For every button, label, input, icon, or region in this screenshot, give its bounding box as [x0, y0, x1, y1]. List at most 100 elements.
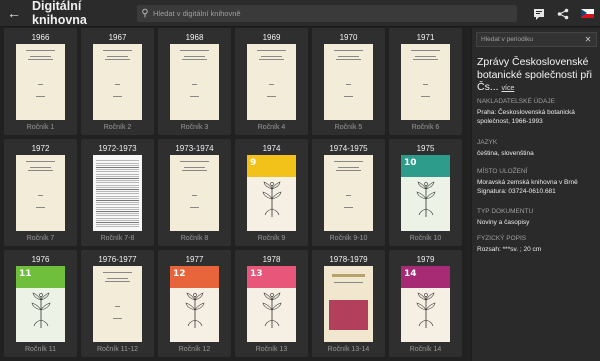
volume-cover-image: [16, 44, 65, 120]
volume-cover-image: [93, 44, 142, 120]
metadata-section: FYZICKÝ POPIS Rozsah: ***sv. ; 20 cm: [477, 235, 597, 254]
volume-year: 1979: [416, 255, 435, 264]
volume-cover-image: 10: [401, 155, 450, 231]
volume-tile[interactable]: 1967 Ročník 2: [81, 28, 154, 135]
volume-tile[interactable]: 1976 11 Ročník 11: [4, 250, 77, 357]
periodical-sidebar: ✕ Zprávy Československé botanické společ…: [471, 28, 600, 361]
volume-tile[interactable]: 1977 12 Ročník 12: [158, 250, 231, 357]
volume-label: Ročník 7-8: [100, 235, 135, 242]
metadata-value: Rozsah: ***sv. ; 20 cm: [477, 246, 542, 253]
volume-label: Ročník 9-10: [329, 235, 368, 242]
cover-volume-number: 14: [404, 269, 417, 279]
volume-label: Ročník 13: [255, 346, 288, 353]
metadata-value: Signatura: 03724-0610.681: [477, 188, 556, 195]
volume-cover-image: [324, 266, 373, 342]
volume-tile[interactable]: 1969 Ročník 4: [235, 28, 308, 135]
volume-label: Ročník 9: [257, 235, 286, 242]
volume-cover-image: 12: [170, 266, 219, 342]
volume-tile[interactable]: 1972 Ročník 7: [4, 139, 77, 246]
volume-tile[interactable]: 1975 10 Ročník 10: [389, 139, 462, 246]
periodical-title: Zprávy Československé botanické společno…: [477, 56, 597, 96]
volume-tile[interactable]: 1970 Ročník 5: [312, 28, 385, 135]
periodical-title-text: Zprávy Československé botanické společno…: [477, 56, 592, 93]
volume-tile[interactable]: 1972-1973 Ročník 7-8: [81, 139, 154, 246]
volume-year: 1975: [416, 144, 435, 153]
metadata-label: FYZICKÝ POPIS: [477, 235, 527, 242]
volume-cover-image: [324, 44, 373, 120]
volume-year: 1973-1974: [175, 144, 214, 153]
back-arrow-icon[interactable]: ←: [2, 0, 26, 27]
metadata-value: Moravská zemská knihovna v Brně: [477, 179, 578, 186]
volume-tile[interactable]: 1976-1977 Ročník 11-12: [81, 250, 154, 357]
volume-label: Ročník 7: [26, 235, 55, 242]
volume-cover-image: [324, 155, 373, 231]
metadata-section: TYP DOKUMENTU Noviny a časopisy: [477, 208, 597, 227]
metadata-section: NAKLADATELSKÉ ÚDAJE Praha: Československá…: [477, 98, 597, 126]
global-search-input[interactable]: [153, 9, 493, 18]
share-icon[interactable]: [556, 7, 570, 21]
metadata-value: Praha: Československá botanická společno…: [477, 109, 575, 125]
volume-tile[interactable]: 1978 13 Ročník 13: [235, 250, 308, 357]
volume-label: Ročník 6: [411, 124, 440, 131]
volume-label: Ročník 11-12: [96, 346, 139, 353]
volume-label: Ročník 14: [409, 346, 442, 353]
volume-label: Ročník 2: [103, 124, 132, 131]
volume-tile[interactable]: 1966 Ročník 1: [4, 28, 77, 135]
volume-year: 1978: [262, 255, 281, 264]
volume-cover-image: [247, 44, 296, 120]
volume-label: Ročník 3: [180, 124, 209, 131]
volume-label: Ročník 13-14: [327, 346, 370, 353]
volume-label: Ročník 5: [334, 124, 363, 131]
volume-tile[interactable]: 1974-1975 Ročník 9-10: [312, 139, 385, 246]
volume-cover-image: [93, 155, 142, 231]
volume-label: Ročník 11: [25, 346, 56, 353]
close-icon[interactable]: ✕: [582, 35, 594, 44]
periodical-search-input[interactable]: [477, 36, 582, 43]
more-link[interactable]: více: [502, 85, 515, 92]
metadata-section: MÍSTO ULOŽENÍ Moravská zemská knihovna v …: [477, 168, 597, 196]
volume-label: Ročník 1: [26, 124, 55, 131]
volume-year: 1972-1973: [98, 144, 137, 153]
cover-volume-number: 10: [404, 158, 417, 168]
metadata-label: TYP DOKUMENTU: [477, 208, 534, 215]
periodical-search-field[interactable]: ✕: [476, 32, 597, 47]
feedback-icon[interactable]: [532, 7, 546, 21]
volume-cover-image: 9: [247, 155, 296, 231]
volume-cover-image: 14: [401, 266, 450, 342]
metadata-label: MÍSTO ULOŽENÍ: [477, 168, 528, 175]
volume-label: Ročník 4: [257, 124, 286, 131]
volume-tile[interactable]: 1968 Ročník 3: [158, 28, 231, 135]
metadata-label: NAKLADATELSKÉ ÚDAJE: [477, 98, 555, 105]
global-search-bar[interactable]: ⚲: [137, 5, 517, 22]
top-app-bar: ← Digitální knihovna ⚲: [0, 0, 600, 27]
volume-year: 1970: [339, 33, 358, 42]
metadata-section: JAZYK čeština, slovenština: [477, 139, 597, 158]
volume-tile[interactable]: 1974 9 Ročník 9: [235, 139, 308, 246]
volume-cover-image: 13: [247, 266, 296, 342]
volume-year: 1966: [31, 33, 50, 42]
volume-cover-image: 11: [16, 266, 65, 342]
metadata-label: JAZYK: [477, 139, 498, 146]
metadata-value: Noviny a časopisy: [477, 219, 530, 226]
top-actions: [532, 0, 594, 27]
volume-cover-image: [93, 266, 142, 342]
volume-cover-image: [170, 44, 219, 120]
cover-volume-number: 11: [19, 269, 32, 279]
volume-tile[interactable]: 1979 14 Ročník 14: [389, 250, 462, 357]
volume-cover-image: [401, 44, 450, 120]
language-flag-icon[interactable]: [580, 7, 594, 21]
volume-year: 1971: [416, 33, 435, 42]
volume-grid: 1966 Ročník 1 1967 Ročník 2 1968 Ročník 3 1969…: [4, 28, 466, 361]
volume-label: Ročník 10: [409, 235, 442, 242]
volume-cover-image: [16, 155, 65, 231]
search-icon: ⚲: [141, 8, 149, 19]
metadata-value: čeština, slovenština: [477, 150, 534, 157]
volume-year: 1976-1977: [98, 255, 137, 264]
volume-tile[interactable]: 1971 Ročník 6: [389, 28, 462, 135]
volume-tile[interactable]: 1973-1974 Ročník 8: [158, 139, 231, 246]
volume-year: 1968: [185, 33, 204, 42]
app-title: Digitální knihovna: [32, 0, 87, 27]
volume-tile[interactable]: 1978-1979 Ročník 13-14: [312, 250, 385, 357]
volume-year: 1978-1979: [329, 255, 368, 264]
volume-label: Ročník 12: [178, 346, 211, 353]
